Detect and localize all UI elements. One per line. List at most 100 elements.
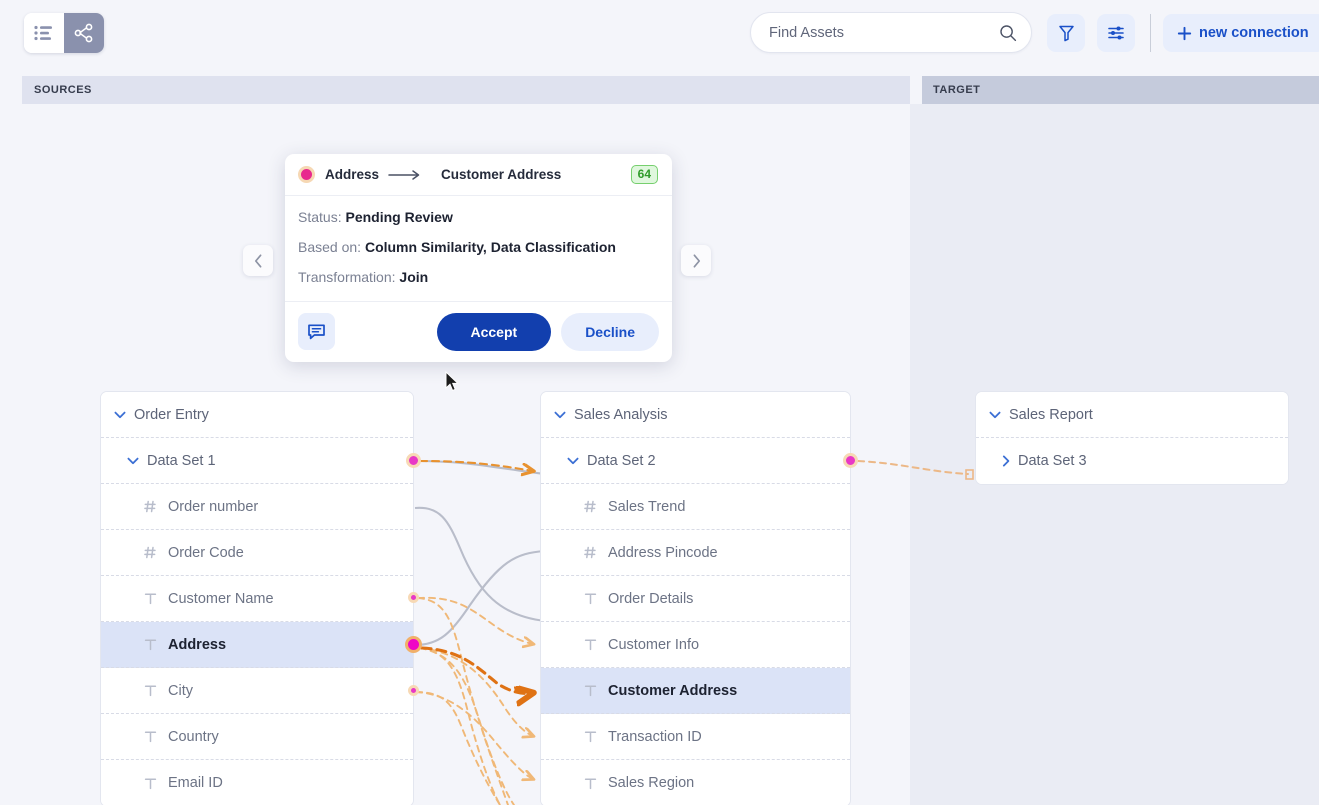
panel-row[interactable]: Sales Analysis: [541, 392, 850, 438]
previous-suggestion-button[interactable]: [243, 245, 273, 276]
card-detail-row: Status: Pending Review: [298, 208, 672, 226]
search-input[interactable]: [769, 24, 999, 41]
row-type-icon: [143, 777, 158, 790]
panel-row-label: Customer Address: [608, 682, 738, 699]
row-type-icon: [583, 638, 598, 651]
number-type-icon: [144, 546, 156, 559]
panel-row[interactable]: Data Set 1: [101, 438, 413, 484]
card-body: Status: Pending Review Based on: Column …: [285, 196, 672, 302]
text-type-icon: [584, 777, 597, 789]
panel-sales-report: Sales Report Data Set 3: [975, 391, 1289, 485]
connector-dot-customer-name[interactable]: [408, 592, 419, 603]
text-type-icon: [144, 777, 157, 789]
accept-button[interactable]: Accept: [436, 312, 552, 351]
graph-view-icon: [74, 23, 93, 43]
panel-row[interactable]: Customer Name: [101, 576, 413, 622]
row-type-icon: [143, 684, 158, 697]
source-node-icon: [298, 166, 315, 183]
row-type-icon: [143, 500, 158, 513]
panel-row-label: Data Set 2: [587, 452, 656, 469]
settings-button[interactable]: [1097, 14, 1135, 52]
panel-row-label: City: [168, 682, 193, 699]
chevron-down-icon: [989, 411, 1001, 418]
panel-row-label: Sales Region: [608, 775, 695, 791]
panel-row-label: Sales Trend: [608, 498, 686, 515]
panel-row-label: Order Code: [168, 544, 244, 561]
view-mode-toggle: [24, 13, 104, 53]
panel-row-label: Order number: [168, 498, 259, 515]
row-caret[interactable]: [989, 411, 1001, 419]
panel-row[interactable]: Sales Report: [976, 392, 1288, 438]
panel-row[interactable]: Order Entry: [101, 392, 413, 438]
card-detail-value: Pending Review: [345, 209, 453, 225]
text-type-icon: [584, 731, 597, 743]
connector-dot-address[interactable]: [405, 636, 422, 653]
panel-row[interactable]: Order Details: [541, 576, 850, 622]
chevron-down-icon: [567, 457, 579, 464]
panel-row[interactable]: Order Code: [101, 530, 413, 576]
chevron-right-icon: [1002, 455, 1010, 467]
search-box[interactable]: [750, 12, 1032, 53]
panel-row[interactable]: Email ID: [101, 760, 413, 805]
filter-button[interactable]: [1047, 14, 1085, 52]
row-caret[interactable]: [114, 411, 126, 419]
row-type-icon: [143, 638, 158, 651]
number-type-icon: [584, 546, 596, 559]
number-type-icon: [144, 500, 156, 513]
row-caret[interactable]: [567, 457, 579, 465]
panel-row[interactable]: Data Set 3: [976, 438, 1288, 484]
text-type-icon: [144, 639, 157, 651]
text-type-icon: [584, 639, 597, 651]
panel-row[interactable]: Address Pincode: [541, 530, 850, 576]
graph-view-button[interactable]: [64, 13, 104, 53]
panel-row-label: Customer Name: [168, 590, 274, 607]
target-label: TARGET: [933, 84, 981, 96]
panel-row[interactable]: Country: [101, 714, 413, 760]
text-type-icon: [584, 593, 597, 605]
row-caret[interactable]: [554, 411, 566, 419]
card-target-field: Customer Address: [441, 167, 562, 182]
panel-row[interactable]: Data Set 2: [541, 438, 850, 484]
sources-band: SOURCES: [22, 76, 910, 104]
card-header: Address Customer Address 64: [285, 154, 672, 196]
panel-order-entry: Order Entry Data Set 1 Order number Order C…: [100, 391, 414, 805]
connector-dot-dataset1[interactable]: [406, 453, 421, 468]
row-caret[interactable]: [1002, 455, 1010, 467]
card-detail-row: Transformation: Join: [298, 268, 672, 286]
connector-dot-city[interactable]: [408, 685, 419, 696]
comment-button[interactable]: [298, 313, 335, 351]
next-suggestion-button[interactable]: [681, 245, 711, 276]
panel-row[interactable]: Order number: [101, 484, 413, 530]
row-type-icon: [583, 500, 598, 513]
panel-row[interactable]: Customer Info: [541, 622, 850, 668]
panel-row-label: Order Details: [608, 590, 694, 607]
panel-row[interactable]: City: [101, 668, 413, 714]
text-type-icon: [144, 731, 157, 743]
decline-button[interactable]: Decline: [561, 312, 659, 351]
panel-row-label: Transaction ID: [608, 728, 702, 745]
panel-row-label: Sales Analysis: [574, 406, 668, 423]
panel-row[interactable]: Sales Region: [541, 760, 850, 805]
row-caret[interactable]: [127, 457, 139, 465]
arrow-right-icon: [388, 169, 422, 181]
new-connection-label: new connection: [1199, 25, 1309, 41]
chevron-down-icon: [127, 457, 139, 464]
panel-row[interactable]: Customer Address: [541, 668, 850, 714]
text-type-icon: [144, 593, 157, 605]
new-connection-button[interactable]: new connection: [1163, 14, 1319, 52]
card-detail-value: Column Similarity, Data Classification: [364, 239, 616, 256]
panel-row[interactable]: Address: [101, 622, 413, 668]
panel-row-label: Country: [168, 728, 219, 745]
connector-dot-dataset2[interactable]: [843, 453, 858, 468]
panel-row-label: Email ID: [168, 775, 223, 791]
sources-label: SOURCES: [34, 84, 92, 96]
panel-row[interactable]: Sales Trend: [541, 484, 850, 530]
text-type-icon: [584, 685, 597, 697]
list-view-button[interactable]: [24, 13, 64, 53]
panel-row[interactable]: Transaction ID: [541, 714, 850, 760]
number-type-icon: [584, 500, 596, 513]
card-detail-label: Status:: [298, 209, 342, 225]
row-type-icon: [583, 730, 598, 743]
card-detail-label: Transformation:: [298, 269, 396, 286]
mouse-cursor: [445, 371, 459, 392]
